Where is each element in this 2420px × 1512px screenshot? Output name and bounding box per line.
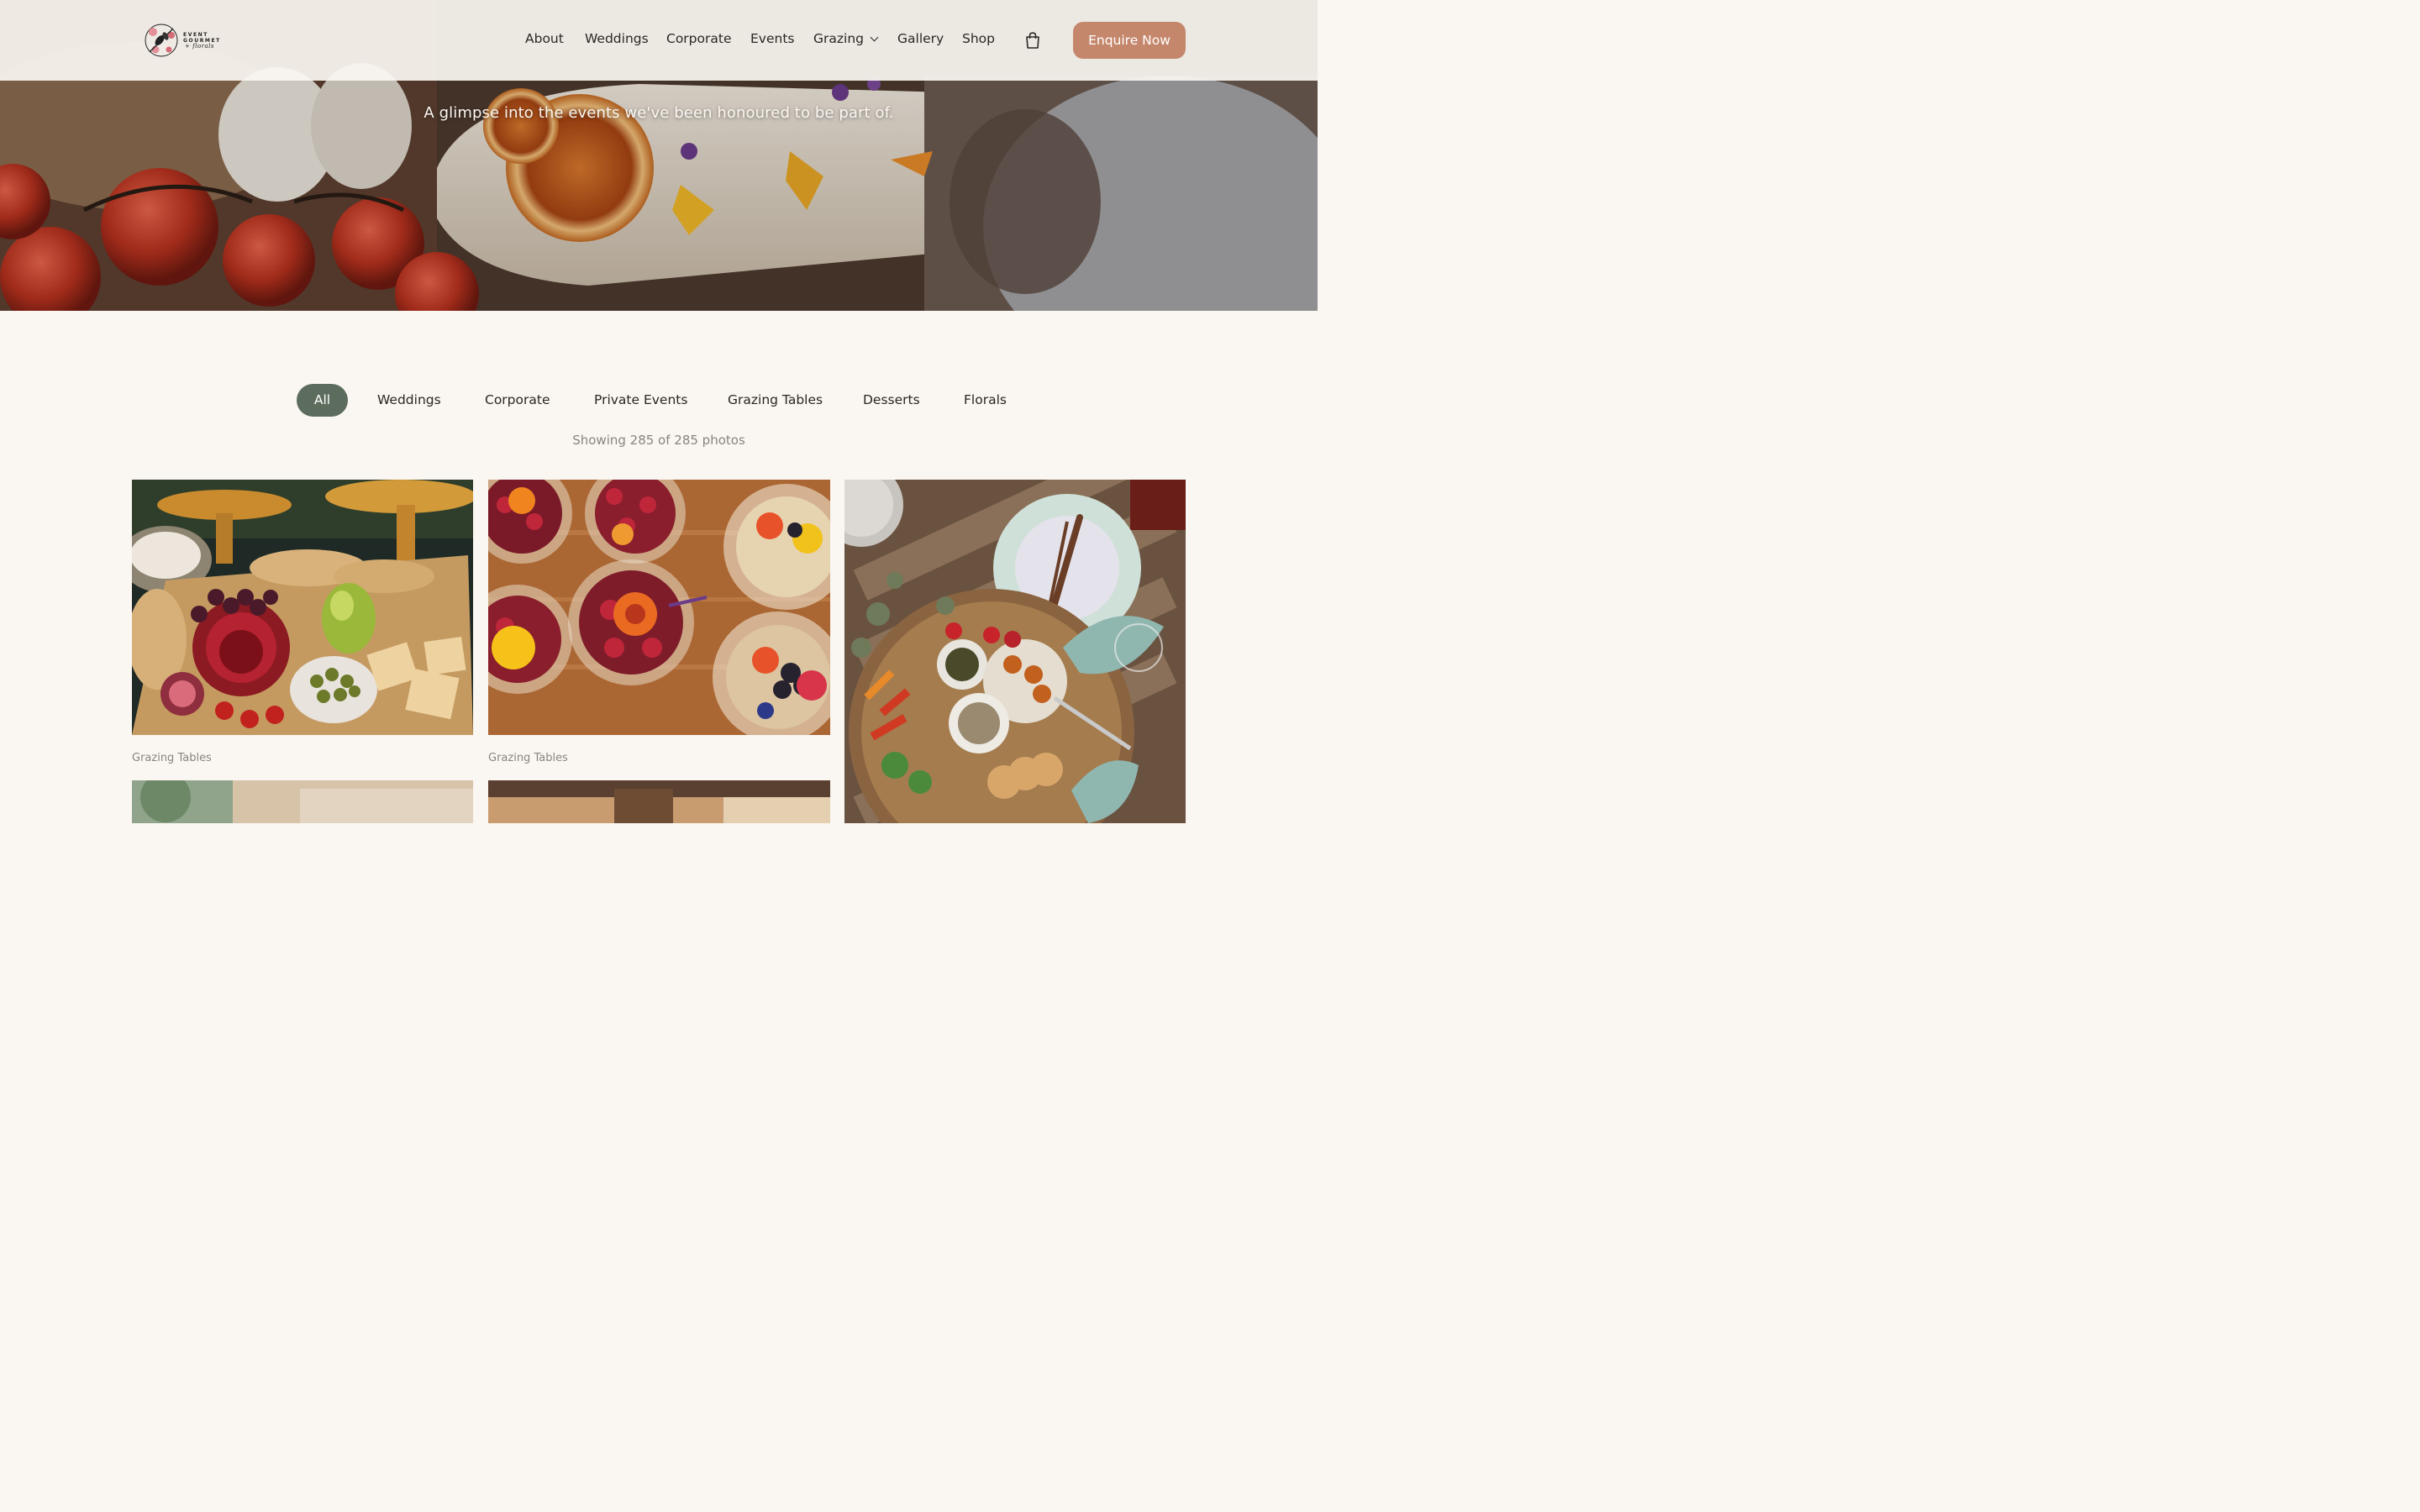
site-logo[interactable]: EVENT GOURMET + florals: [143, 22, 220, 59]
hero-tagline: A glimpse into the events we've been hon…: [424, 104, 894, 122]
filter-grazing-tables[interactable]: Grazing Tables: [728, 384, 823, 417]
shopping-bag-icon[interactable]: [1025, 32, 1040, 49]
filter-desserts[interactable]: Desserts: [863, 384, 920, 417]
event-photo: [488, 780, 830, 823]
photo-caption: Grazing Tables: [488, 752, 568, 764]
logo-line-1: EVENT: [183, 32, 208, 38]
gallery-photo[interactable]: [132, 480, 473, 735]
enquire-now-button[interactable]: Enquire Now: [1073, 22, 1186, 59]
gallery-photo[interactable]: [488, 480, 830, 735]
platter-table-photo: [844, 480, 1186, 823]
site-header: EVENT GOURMET + florals About Weddings C…: [0, 0, 1318, 81]
nav-events[interactable]: Events: [750, 31, 794, 46]
grazing-table-photo: [132, 480, 473, 735]
nav-grazing-label: Grazing: [813, 31, 864, 46]
filter-florals[interactable]: Florals: [964, 384, 1007, 417]
nav-corporate[interactable]: Corporate: [666, 31, 732, 46]
floral-logo-icon: [145, 24, 178, 57]
event-photo: [132, 780, 473, 823]
nav-shop[interactable]: Shop: [962, 31, 995, 46]
gallery-photo[interactable]: [488, 780, 830, 823]
photo-caption: Grazing Tables: [132, 752, 212, 764]
logo-line-3: + florals: [185, 43, 214, 50]
gallery-photo[interactable]: [132, 780, 473, 823]
filter-all[interactable]: All: [297, 384, 348, 417]
photo-count: Showing 285 of 285 photos: [572, 433, 745, 448]
filter-corporate[interactable]: Corporate: [485, 384, 550, 417]
nav-gallery[interactable]: Gallery: [897, 31, 944, 46]
dessert-cups-photo: [488, 480, 830, 735]
nav-about[interactable]: About: [525, 31, 564, 46]
filter-weddings[interactable]: Weddings: [377, 384, 441, 417]
nav-grazing[interactable]: Grazing: [813, 31, 879, 46]
filter-private-events[interactable]: Private Events: [594, 384, 687, 417]
nav-weddings[interactable]: Weddings: [585, 31, 649, 46]
gallery-photo[interactable]: [844, 480, 1186, 823]
chevron-down-icon: [870, 33, 879, 42]
